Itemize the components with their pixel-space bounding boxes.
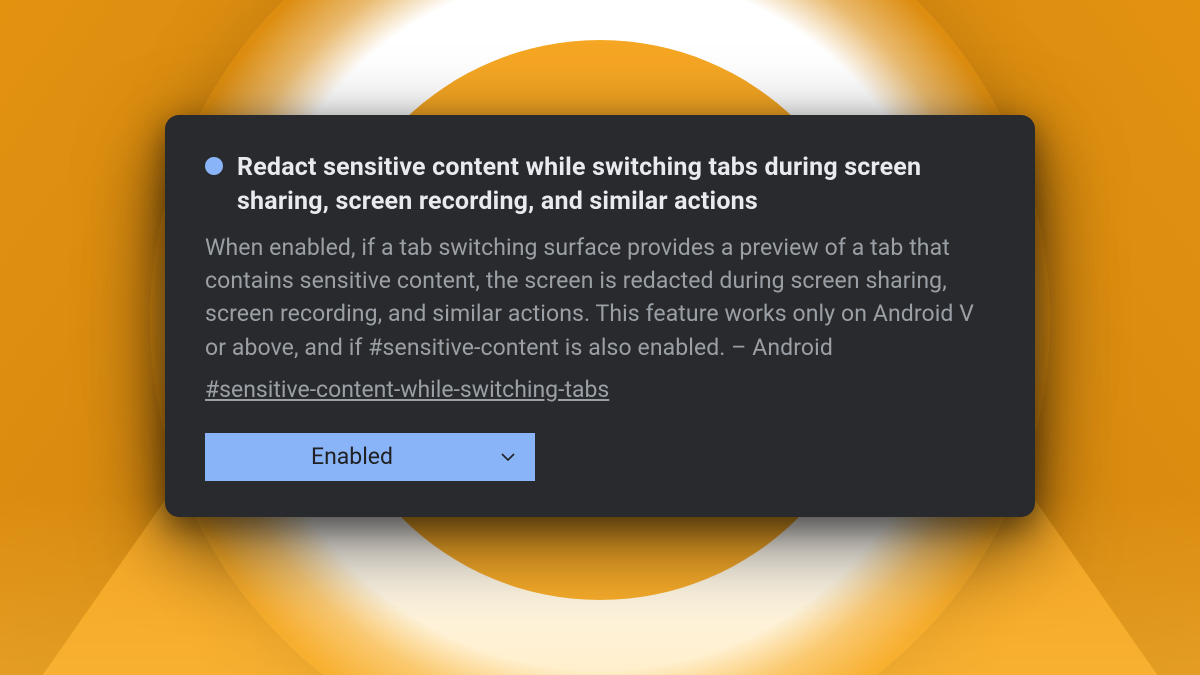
flag-state-dropdown[interactable]: Enabled: [205, 433, 535, 481]
flag-description: When enabled, if a tab switching surface…: [205, 231, 995, 364]
status-dot-icon: [205, 157, 223, 175]
flag-card: Redact sensitive content while switching…: [165, 115, 1035, 517]
bg-shape: [0, 495, 1200, 675]
flag-title: Redact sensitive content while switching…: [237, 151, 995, 219]
flag-anchor-link[interactable]: #sensitive-content-while-switching-tabs: [205, 376, 609, 403]
dropdown-selected-value: Enabled: [205, 443, 499, 470]
flag-title-row: Redact sensitive content while switching…: [205, 151, 995, 219]
chevron-down-icon: [499, 448, 517, 466]
